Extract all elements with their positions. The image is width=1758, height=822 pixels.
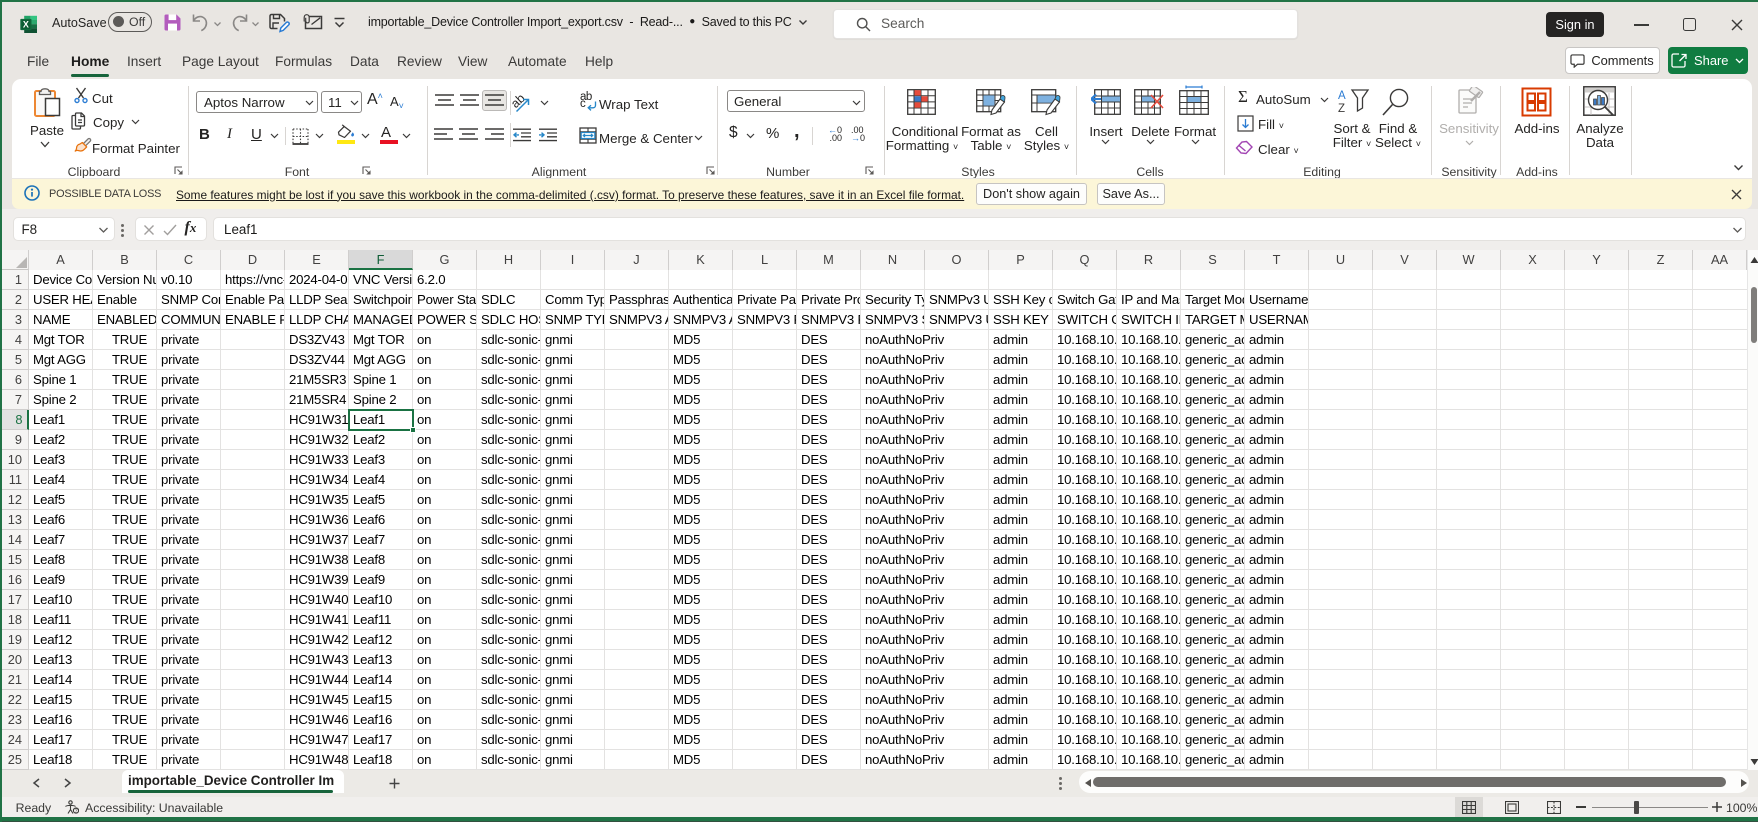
svg-text:Z: Z	[1338, 103, 1345, 115]
svg-text:A: A	[1338, 90, 1346, 102]
svg-text:X: X	[23, 20, 29, 30]
svg-text:?: ?	[74, 809, 77, 815]
